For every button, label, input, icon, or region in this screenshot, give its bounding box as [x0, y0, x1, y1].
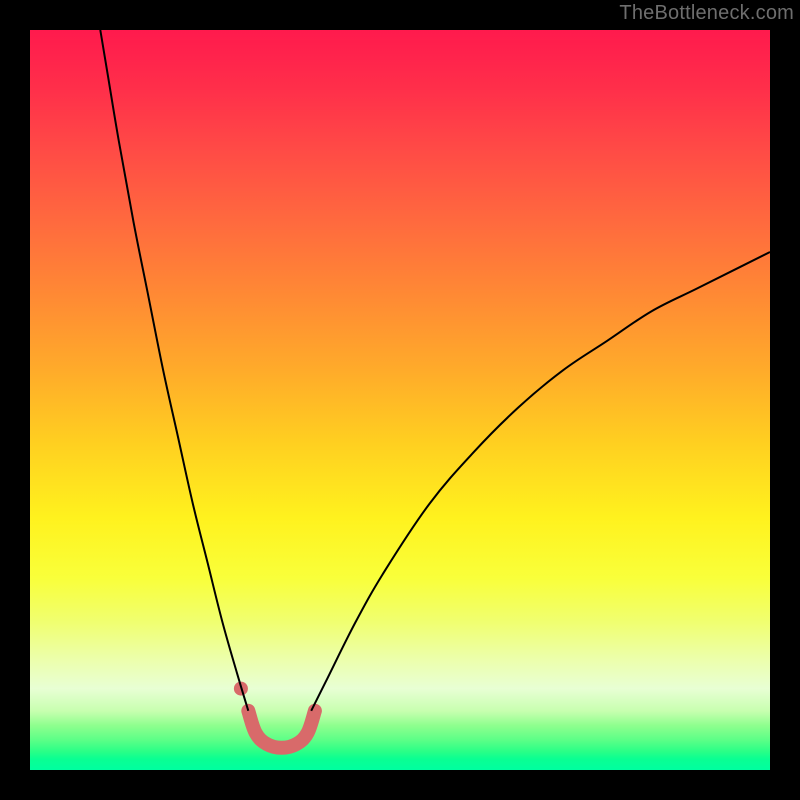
left-branch-path — [100, 30, 248, 711]
valley-highlight-path — [248, 711, 315, 748]
chart-canvas — [30, 30, 770, 770]
watermark-text: TheBottleneck.com — [619, 2, 794, 25]
chart-svg — [30, 30, 770, 770]
right-branch-path — [311, 252, 770, 711]
outer-frame: TheBottleneck.com — [0, 0, 800, 800]
